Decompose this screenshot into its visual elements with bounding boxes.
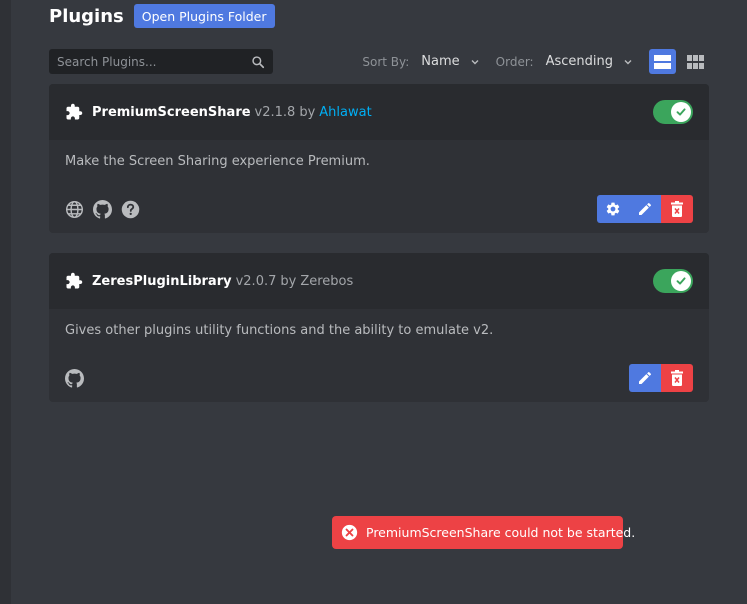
checkmark-icon — [671, 271, 691, 291]
sort-by-label: Sort By: — [362, 54, 410, 69]
edit-button[interactable] — [629, 195, 661, 223]
sort-controls: Sort By: Name Order: Ascending — [362, 49, 709, 74]
edit-button[interactable] — [629, 364, 661, 392]
globe-icon[interactable] — [65, 200, 84, 219]
plugin-controls: Sort By: Name Order: Ascending — [49, 49, 709, 74]
delete-button[interactable] — [661, 364, 693, 392]
pencil-icon — [637, 201, 653, 217]
error-circle-icon — [341, 524, 358, 541]
sidebar-strip — [0, 0, 11, 604]
plugin-version: v2.1.8 — [254, 104, 296, 120]
checkmark-icon — [671, 102, 691, 122]
plugin-links — [65, 199, 140, 219]
plugin-card: ZeresPluginLibrary v2.0.7 by Zerebos Giv… — [49, 253, 709, 402]
trash-icon — [670, 201, 684, 217]
pencil-icon — [637, 370, 653, 386]
plugin-enable-toggle[interactable] — [653, 269, 693, 293]
plugin-card-header: PremiumScreenShare v2.1.8 by Ahlawat — [49, 84, 709, 140]
search-input[interactable] — [57, 54, 237, 69]
grid-view-icon — [687, 54, 704, 69]
plugin-description: Gives other plugins utility functions an… — [65, 323, 494, 338]
order-dropdown[interactable]: Ascending — [546, 54, 633, 69]
gear-icon — [605, 201, 621, 217]
help-icon[interactable] — [121, 200, 140, 219]
plugin-by: by — [280, 273, 297, 289]
plugin-by: by — [299, 104, 316, 120]
order-value: Ascending — [545, 54, 613, 69]
plugin-enable-toggle[interactable] — [653, 100, 693, 124]
puzzle-piece-icon — [65, 272, 83, 290]
open-plugins-folder-button[interactable]: Open Plugins Folder — [133, 4, 275, 28]
plugin-card-footer — [49, 186, 709, 232]
plugin-links — [65, 368, 84, 388]
list-view-button[interactable] — [649, 49, 676, 74]
plugin-author-link[interactable]: Ahlawat — [319, 105, 371, 120]
sort-by-value: Name — [421, 54, 460, 69]
grid-view-button[interactable] — [682, 49, 709, 74]
plugin-name: PremiumScreenShare — [92, 104, 251, 120]
plugin-name: ZeresPluginLibrary — [92, 273, 232, 289]
sort-by-dropdown[interactable]: Name — [421, 54, 479, 69]
plugin-card-footer — [49, 355, 709, 401]
github-icon[interactable] — [93, 199, 112, 219]
plugin-description: Make the Screen Sharing experience Premi… — [65, 154, 370, 169]
trash-icon — [670, 370, 684, 386]
search-icon[interactable] — [251, 55, 265, 69]
delete-button[interactable] — [661, 195, 693, 223]
plugin-version: v2.0.7 — [235, 273, 277, 289]
error-toast: PremiumScreenShare could not be started. — [332, 516, 635, 549]
plugin-card-header: ZeresPluginLibrary v2.0.7 by Zerebos — [49, 253, 709, 309]
plugin-actions — [597, 195, 693, 223]
list-view-icon — [654, 54, 671, 69]
chevron-down-icon — [470, 57, 480, 67]
chevron-down-icon — [623, 57, 633, 67]
plugin-actions — [629, 364, 693, 392]
search-bar[interactable] — [49, 49, 273, 74]
order-label: Order: — [495, 54, 534, 69]
plugin-card: PremiumScreenShare v2.1.8 by Ahlawat Mak… — [49, 84, 709, 233]
settings-button[interactable] — [597, 195, 629, 223]
page-header: Plugins Open Plugins Folder — [49, 4, 275, 28]
plugin-author: Zerebos — [300, 273, 354, 289]
toast-message: PremiumScreenShare could not be started. — [366, 525, 636, 540]
page-title: Plugins — [49, 5, 124, 27]
github-icon[interactable] — [65, 368, 84, 388]
puzzle-piece-icon — [65, 103, 83, 121]
